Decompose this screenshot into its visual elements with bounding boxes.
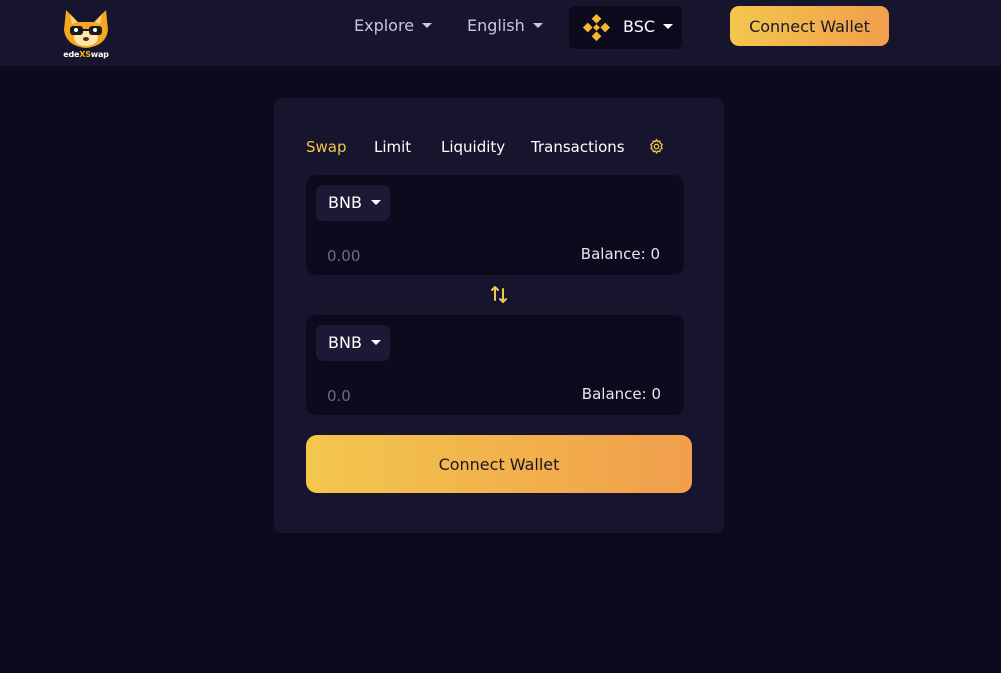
from-token-label: BNB (328, 193, 362, 212)
language-label: English (467, 16, 525, 35)
to-token-panel: BNB Balance: 0 (306, 315, 684, 415)
explore-dropdown[interactable]: Explore (354, 14, 433, 38)
tab-transactions[interactable]: Transactions (531, 137, 625, 157)
language-dropdown[interactable]: English (467, 14, 543, 38)
to-balance: Balance: 0 (581, 385, 661, 403)
top-header: edeXSwap Explore English BSC Connect Wal… (0, 0, 1001, 66)
caret-down-icon (532, 23, 543, 28)
tab-liquidity[interactable]: Liquidity (441, 137, 505, 157)
to-token-label: BNB (328, 333, 362, 352)
fox-mascot-icon (64, 10, 108, 48)
to-amount-input[interactable] (327, 384, 527, 408)
caret-down-icon (663, 24, 674, 29)
swap-arrows-icon[interactable] (490, 285, 509, 305)
network-selector[interactable]: BSC (569, 6, 682, 49)
caret-down-icon (422, 23, 433, 28)
connect-wallet-button[interactable]: Connect Wallet (306, 435, 692, 493)
gear-icon[interactable] (648, 138, 665, 155)
caret-down-icon (370, 200, 381, 205)
network-label: BSC (623, 17, 656, 36)
binance-icon (582, 13, 611, 42)
explore-label: Explore (354, 16, 415, 35)
from-token-panel: BNB Balance: 0 (306, 175, 684, 275)
brand-logo[interactable]: edeXSwap (60, 8, 112, 62)
tab-swap[interactable]: Swap (306, 137, 347, 157)
caret-down-icon (370, 340, 381, 345)
tab-limit[interactable]: Limit (374, 137, 411, 157)
from-balance: Balance: 0 (580, 245, 660, 263)
from-amount-input[interactable] (327, 244, 527, 268)
header-connect-wallet-button[interactable]: Connect Wallet (730, 6, 889, 46)
brand-wordmark: edeXSwap (63, 50, 109, 59)
to-token-selector[interactable]: BNB (316, 325, 390, 361)
from-token-selector[interactable]: BNB (316, 185, 390, 221)
